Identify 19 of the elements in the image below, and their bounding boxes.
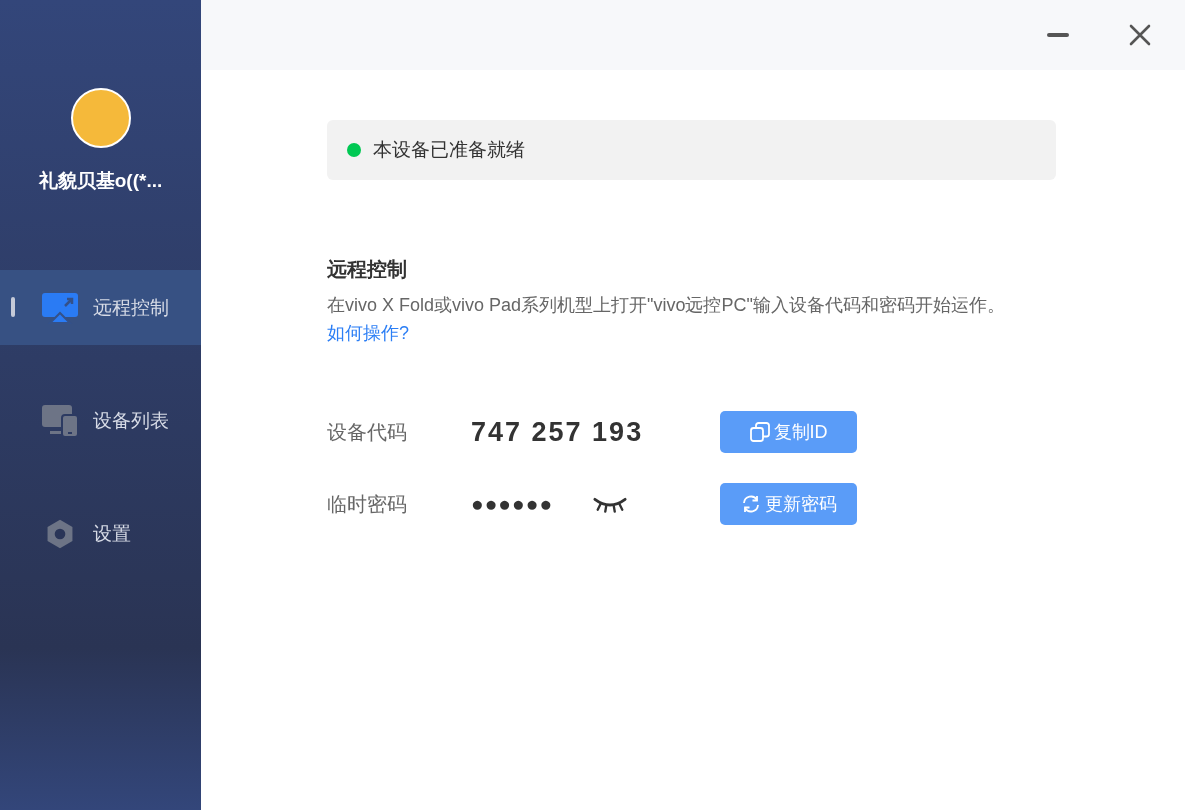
status-text: 本设备已准备就绪 — [373, 138, 525, 162]
password-value: ●●●●●● — [471, 492, 554, 516]
minimize-icon — [1047, 33, 1069, 37]
sidebar-item[interactable]: 远程控制 — [0, 270, 201, 345]
field-label: 设备代码 — [327, 419, 408, 445]
copy-icon — [749, 422, 770, 442]
description: 在vivo X Fold或vivo Pad系列机型上打开"vivo远控PC"输入设备代码和密码开始运作。 — [327, 294, 1006, 317]
screen-share-icon — [42, 291, 78, 324]
device-code: 747 257 193 — [471, 416, 644, 448]
field-label: 临时密码 — [327, 491, 408, 517]
devices-icon — [42, 404, 78, 437]
close-icon — [1129, 24, 1151, 46]
closed-eye-icon[interactable] — [593, 495, 628, 513]
section-title: 远程控制 — [327, 257, 408, 282]
sidebar-item[interactable]: 设置 — [0, 496, 201, 571]
sidebar-item[interactable]: 设备列表 — [0, 383, 201, 458]
refresh-icon — [740, 494, 761, 514]
user-name: 礼貌贝基o((*... — [38, 169, 163, 193]
help-link[interactable]: 如何操作? — [327, 321, 409, 345]
